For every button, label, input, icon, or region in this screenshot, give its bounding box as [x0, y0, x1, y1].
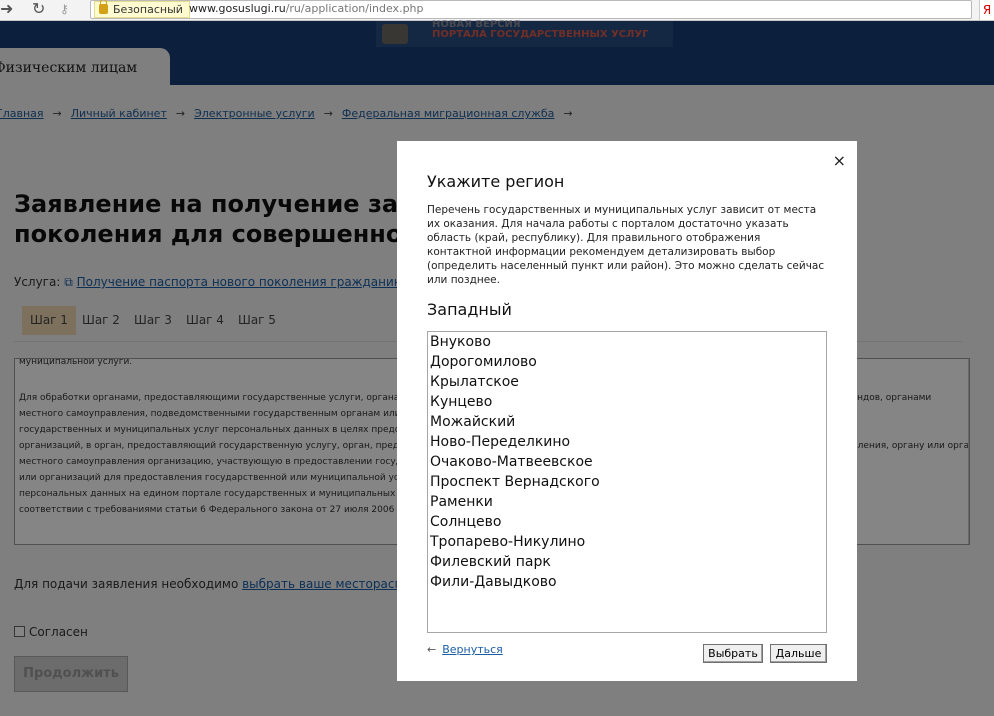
next-button[interactable]: Дальше — [770, 644, 827, 663]
secure-label: Безопасный — [113, 3, 183, 16]
close-icon[interactable]: × — [833, 151, 846, 170]
list-item[interactable]: Тропарево-Никулино — [430, 534, 585, 550]
region-heading: Западный — [427, 300, 512, 319]
list-item[interactable]: Раменки — [430, 494, 493, 510]
list-item[interactable]: Филевский парк — [430, 554, 551, 570]
select-button[interactable]: Выбрать — [703, 644, 763, 663]
address-bar[interactable]: Безопасный www.gosuslugi.ru/ru/applicati… — [90, 0, 972, 19]
dialog-title: Укажите регион — [427, 172, 565, 191]
yandex-icon[interactable]: Я — [979, 0, 994, 20]
list-item[interactable]: Кунцево — [430, 394, 492, 410]
list-item[interactable]: Можайский — [430, 414, 515, 430]
list-item[interactable]: Очаково-Матвеевское — [430, 454, 593, 470]
arrow-left-icon: ← — [427, 643, 437, 656]
forward-icon[interactable]: ➜ — [0, 0, 13, 20]
key-icon[interactable]: ⚷ — [60, 0, 69, 20]
list-item[interactable]: Крылатское — [430, 374, 519, 390]
reload-icon[interactable]: ↻ — [32, 0, 45, 20]
dialog-description: Перечень государственных и муниципальных… — [427, 204, 825, 286]
list-item[interactable]: Ново-Переделкино — [430, 434, 570, 450]
lock-icon — [99, 0, 108, 14]
list-item[interactable]: Солнцево — [430, 514, 501, 530]
secure-badge[interactable]: Безопасный — [94, 0, 190, 18]
url-path: /ru/application/index.php — [285, 2, 424, 15]
url-text[interactable]: www.gosuslugi.ru/ru/application/index.ph… — [189, 1, 424, 17]
region-dialog: × Укажите регион Перечень государственны… — [397, 141, 857, 681]
district-listbox[interactable]: Внуково Дорогомилово Крылатское Кунцево … — [427, 331, 827, 633]
browser-toolbar: ➜ ↻ ⚷ Безопасный www.gosuslugi.ru/ru/app… — [0, 0, 994, 21]
list-item[interactable]: Дорогомилово — [430, 354, 537, 370]
list-item[interactable]: Фили-Давыдково — [430, 574, 557, 590]
url-host: www.gosuslugi.ru — [189, 2, 286, 15]
back-link[interactable]: ← Вернуться — [427, 643, 503, 656]
back-label[interactable]: Вернуться — [442, 643, 503, 656]
list-item[interactable]: Проспект Вернадского — [430, 474, 600, 490]
list-item[interactable]: Внуково — [430, 334, 491, 350]
